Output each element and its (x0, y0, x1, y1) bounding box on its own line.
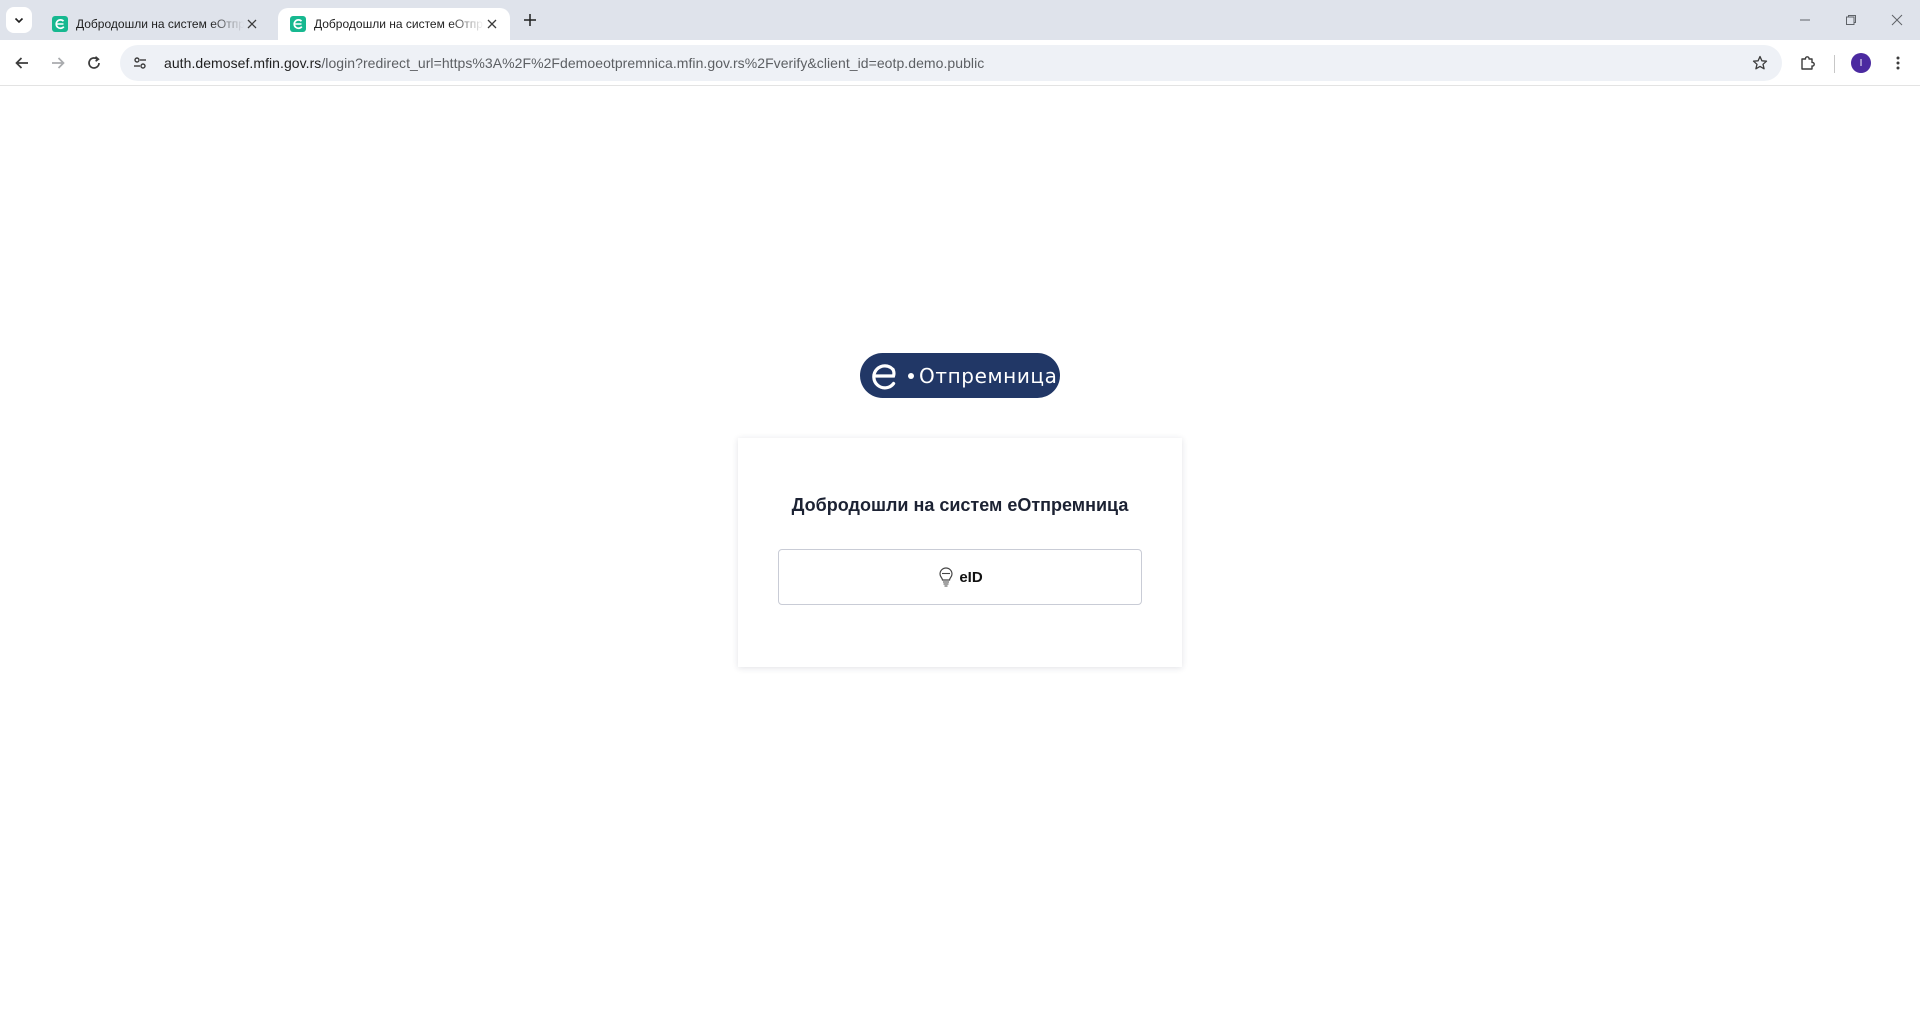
eid-login-button[interactable]: eID (778, 549, 1142, 605)
restore-icon (1846, 15, 1856, 25)
tab-2[interactable]: Добродошли на систем еОтпремница (278, 8, 510, 40)
tab-search-button[interactable] (6, 7, 32, 33)
minimize-icon (1800, 19, 1810, 21)
logo-dot (908, 372, 914, 379)
browser-toolbar: auth.demosef.mfin.gov.rs/login?redirect_… (0, 40, 1920, 86)
login-card: Добродошли на систем еОтпремница eID (738, 438, 1182, 667)
reload-button[interactable] (80, 49, 108, 77)
address-bar[interactable]: auth.demosef.mfin.gov.rs/login?redirect_… (120, 45, 1782, 81)
close-icon[interactable] (484, 16, 500, 32)
logo-text: Отпремница (919, 363, 1058, 388)
welcome-title: Добродошли на систем еОтпремница (791, 495, 1129, 515)
plus-icon (524, 14, 536, 26)
url-host: auth.demosef.mfin.gov.rs (164, 55, 322, 71)
window-close-button[interactable] (1874, 0, 1920, 40)
eid-lightbulb-icon (939, 567, 953, 587)
extensions-icon (1801, 56, 1815, 70)
profile-avatar[interactable]: I (1851, 53, 1871, 73)
forward-icon (52, 57, 65, 69)
extensions-button[interactable] (1794, 49, 1822, 77)
back-icon (15, 57, 28, 69)
logo-e-icon (872, 363, 896, 389)
tab-strip: Добродошли на систем еОтпремница Добродо… (0, 0, 1920, 40)
site-info-icon[interactable] (122, 45, 158, 81)
tab-title: Добродошли на систем еОтпремница (76, 17, 244, 31)
url-text[interactable]: auth.demosef.mfin.gov.rs/login?redirect_… (164, 55, 984, 71)
tab-title: Добродошли на систем еОтпремница (314, 17, 484, 31)
eotpremnica-logo: Отпремница (860, 353, 1060, 398)
star-icon[interactable] (1748, 51, 1772, 75)
restore-button[interactable] (1828, 0, 1874, 40)
profile-initial: I (1859, 57, 1863, 69)
eotp-favicon (52, 16, 68, 32)
close-icon[interactable] (244, 16, 260, 32)
url-path: /login?redirect_url=https%3A%2F%2Fdemoeo… (321, 55, 985, 71)
tab-1[interactable]: Добродошли на систем еОтпремница (40, 8, 270, 40)
menu-button[interactable] (1884, 49, 1912, 77)
chevron-down-icon (14, 17, 24, 24)
page-content: Отпремница Добродошли на систем еОтпремн… (0, 87, 1920, 1032)
back-button[interactable] (8, 49, 36, 77)
eid-button-label: eID (959, 568, 983, 586)
minimize-button[interactable] (1782, 0, 1828, 40)
toolbar-divider (1834, 55, 1835, 73)
eotp-favicon (290, 16, 306, 32)
window-close-icon (1891, 14, 1903, 26)
forward-button[interactable] (44, 49, 72, 77)
reload-icon (88, 56, 100, 69)
new-tab-button[interactable] (518, 8, 542, 32)
kebab-menu-icon (1896, 56, 1900, 70)
